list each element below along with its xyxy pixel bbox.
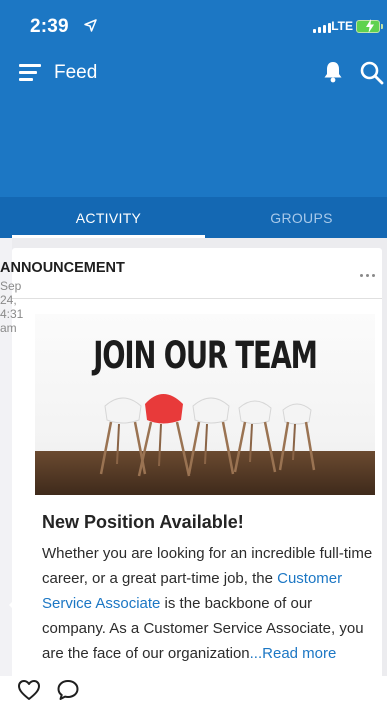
app-bar: Feed: [0, 50, 387, 100]
phone-screen: 2:39 LTE Feed ACTIVITY GROUPS ANNOUNCEME…: [0, 0, 387, 704]
heart-icon[interactable]: [17, 679, 41, 704]
menu-icon[interactable]: [19, 64, 41, 82]
signal-icon: [313, 23, 331, 33]
scroll-left-indicator: [9, 598, 16, 612]
comment-icon[interactable]: [56, 679, 80, 704]
status-time: 2:39: [30, 16, 69, 37]
card-divider: [12, 298, 382, 299]
header: 2:39 LTE Feed ACTIVITY GROUPS: [0, 0, 387, 238]
post-actions-bar: [0, 676, 387, 704]
network-label: LTE: [331, 19, 353, 33]
tab-activity[interactable]: ACTIVITY: [12, 197, 205, 238]
battery-tip: [381, 24, 383, 29]
more-options-icon[interactable]: [360, 274, 375, 277]
tab-groups[interactable]: GROUPS: [205, 197, 387, 238]
active-tab-indicator: [12, 235, 205, 238]
post-image[interactable]: JOIN OUR TEAM: [35, 314, 375, 495]
status-bar: 2:39 LTE: [0, 0, 387, 50]
post-title: New Position Available!: [42, 512, 244, 532]
page-title: Feed: [54, 62, 98, 83]
location-arrow-icon: [84, 19, 97, 37]
search-icon[interactable]: [359, 60, 385, 91]
post-body: Whether you are looking for an incredibl…: [42, 541, 377, 666]
tab-bar: ACTIVITY GROUPS: [0, 197, 387, 238]
announcement-card[interactable]: ANNOUNCEMENT Sep 24, 4:31 am JOIN OUR TE…: [0, 248, 382, 704]
post-date: Sep 24, 4:31 am: [0, 279, 24, 335]
bell-icon[interactable]: [323, 60, 343, 89]
charging-bolt-icon: [365, 19, 375, 38]
read-more-link[interactable]: ...Read more: [250, 645, 337, 662]
post-type-label: ANNOUNCEMENT: [0, 260, 125, 276]
chairs-illustration: [99, 394, 316, 477]
